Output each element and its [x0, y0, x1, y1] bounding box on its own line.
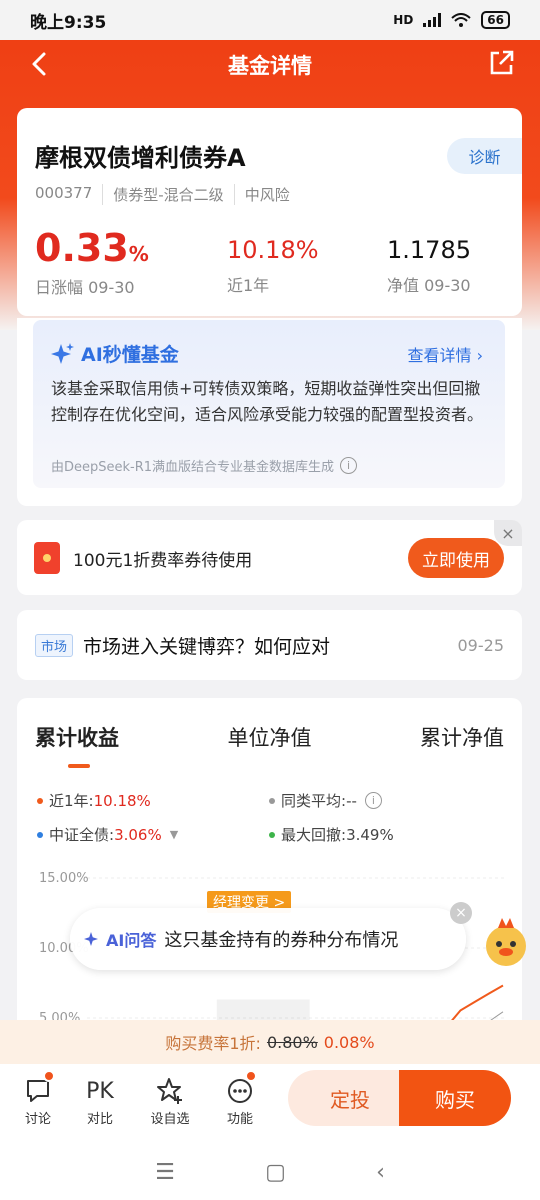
- back-icon[interactable]: [26, 50, 54, 78]
- sparkle-icon: [84, 932, 98, 946]
- fund-meta: 000377 债券型-混合二级 中风险: [35, 184, 300, 205]
- fee-label: 购买费率1折:: [165, 1034, 261, 1053]
- daily-change-label: 日涨幅 09-30: [35, 278, 135, 297]
- home-icon[interactable]: ▢: [265, 1160, 286, 1185]
- buy-button[interactable]: 购买: [399, 1070, 511, 1126]
- nav-label: 净值 09-30: [387, 276, 471, 295]
- year-return-label: 近1年: [227, 276, 270, 295]
- fund-type: 债券型-混合二级: [102, 184, 233, 205]
- news-date: 09-25: [457, 636, 505, 655]
- ai-title: AI秒懂基金: [81, 344, 179, 366]
- nav-value: 1.1785: [387, 236, 471, 264]
- fund-risk: 中风险: [233, 184, 300, 205]
- nav-stat: 1.1785 净值 09-30: [387, 236, 471, 296]
- year-return-value: 10.18%: [227, 236, 319, 264]
- fund-name: 摩根双债增利债券A: [35, 144, 246, 172]
- discuss-button[interactable]: 讨论: [13, 1070, 63, 1127]
- use-coupon-button[interactable]: 立即使用: [408, 538, 504, 578]
- close-icon[interactable]: ×: [494, 520, 522, 546]
- notification-dot: [43, 1070, 55, 1082]
- favorite-button[interactable]: 设自选: [145, 1074, 195, 1127]
- wifi-icon: [451, 13, 471, 27]
- news-tag: 市场: [35, 634, 74, 657]
- mascot-icon[interactable]: [478, 914, 534, 970]
- year-return-stat: 10.18% 近1年: [227, 236, 319, 296]
- battery-icon: 66: [481, 11, 510, 29]
- fee-original: 0.80%: [266, 1032, 318, 1052]
- news-title: 市场进入关键博弈？如何应对: [83, 636, 331, 658]
- sparkle-icon: [51, 342, 74, 364]
- compare-button[interactable]: PK 对比: [75, 1074, 125, 1128]
- ai-question-bubble[interactable]: AI问答 这只基金持有的券种分布情况 ×: [70, 902, 472, 970]
- ai-source-text: 由DeepSeek-R1满血版结合专业基金数据库生成: [51, 460, 335, 475]
- coupon-text: 100元1折费率券待使用: [73, 551, 253, 571]
- ai-summary-text: 该基金采取信用债+可转债双策略，短期收益弹性突出但回撤控制存在优化空间，适合风险…: [51, 379, 484, 424]
- performance-chart-card: 累计收益 单位净值 累计净值 近1年: 10.18% 同类平均: -- i 中证…: [17, 698, 522, 1038]
- system-nav-bar: ☰ ▢ ‹: [0, 1144, 540, 1200]
- news-item[interactable]: 市场 市场进入关键博弈？如何应对 09-25: [17, 610, 522, 680]
- fund-info-card: 摩根双债增利债券A 诊断 000377 债券型-混合二级 中风险 0.33% 日…: [17, 108, 522, 316]
- daily-change-stat: 0.33% 日涨幅 09-30: [35, 226, 149, 298]
- share-icon[interactable]: [486, 48, 516, 78]
- ai-question-label: AI问答: [106, 931, 157, 950]
- pk-icon: PK: [86, 1078, 114, 1104]
- return-line-chart: 15.00%10.00%5.00% ▇▇▇▇: [39, 871, 507, 1031]
- ai-summary-card: AI秒懂基金 查看详情 › 该基金采取信用债+可转债双策略，短期收益弹性突出但回…: [17, 318, 522, 506]
- status-time: 晚上9:35: [30, 12, 107, 33]
- fund-code: 000377: [35, 184, 93, 202]
- y-tick-label: 15.00%: [39, 871, 89, 886]
- function-button[interactable]: 功能: [215, 1070, 265, 1127]
- signal-icon: [423, 13, 442, 27]
- menu-icon[interactable]: ☰: [155, 1160, 175, 1185]
- diagnose-button[interactable]: 诊断: [447, 138, 522, 174]
- status-bar: 晚上9:35 HD 66: [0, 0, 540, 40]
- bottom-toolbar: 讨论 PK 对比 设自选 功能 定投 购买: [0, 1064, 540, 1144]
- coupon-banner: 100元1折费率券待使用 立即使用 ×: [17, 520, 522, 595]
- chevron-right-icon: ›: [476, 346, 483, 365]
- close-icon[interactable]: ×: [450, 902, 472, 924]
- fee-discounted: 0.08%: [323, 1032, 375, 1052]
- notification-dot: [245, 1070, 257, 1082]
- ai-more-link[interactable]: 查看详情 ›: [407, 342, 483, 366]
- network-icon: HD: [393, 13, 414, 27]
- auto-invest-button[interactable]: 定投: [288, 1070, 412, 1126]
- back-nav-icon[interactable]: ‹: [376, 1160, 385, 1185]
- info-icon[interactable]: i: [340, 457, 358, 474]
- red-packet-icon: [34, 542, 60, 574]
- nav-bar: 基金详情: [0, 40, 540, 90]
- daily-change-unit: %: [128, 242, 149, 266]
- ai-question-text: 这只基金持有的券种分布情况: [164, 930, 399, 951]
- daily-change-value: 0.33: [35, 226, 129, 270]
- fee-banner: 购买费率1折: 0.80% 0.08%: [0, 1020, 540, 1064]
- star-plus-icon: [157, 1078, 182, 1104]
- page-title: 基金详情: [228, 54, 312, 78]
